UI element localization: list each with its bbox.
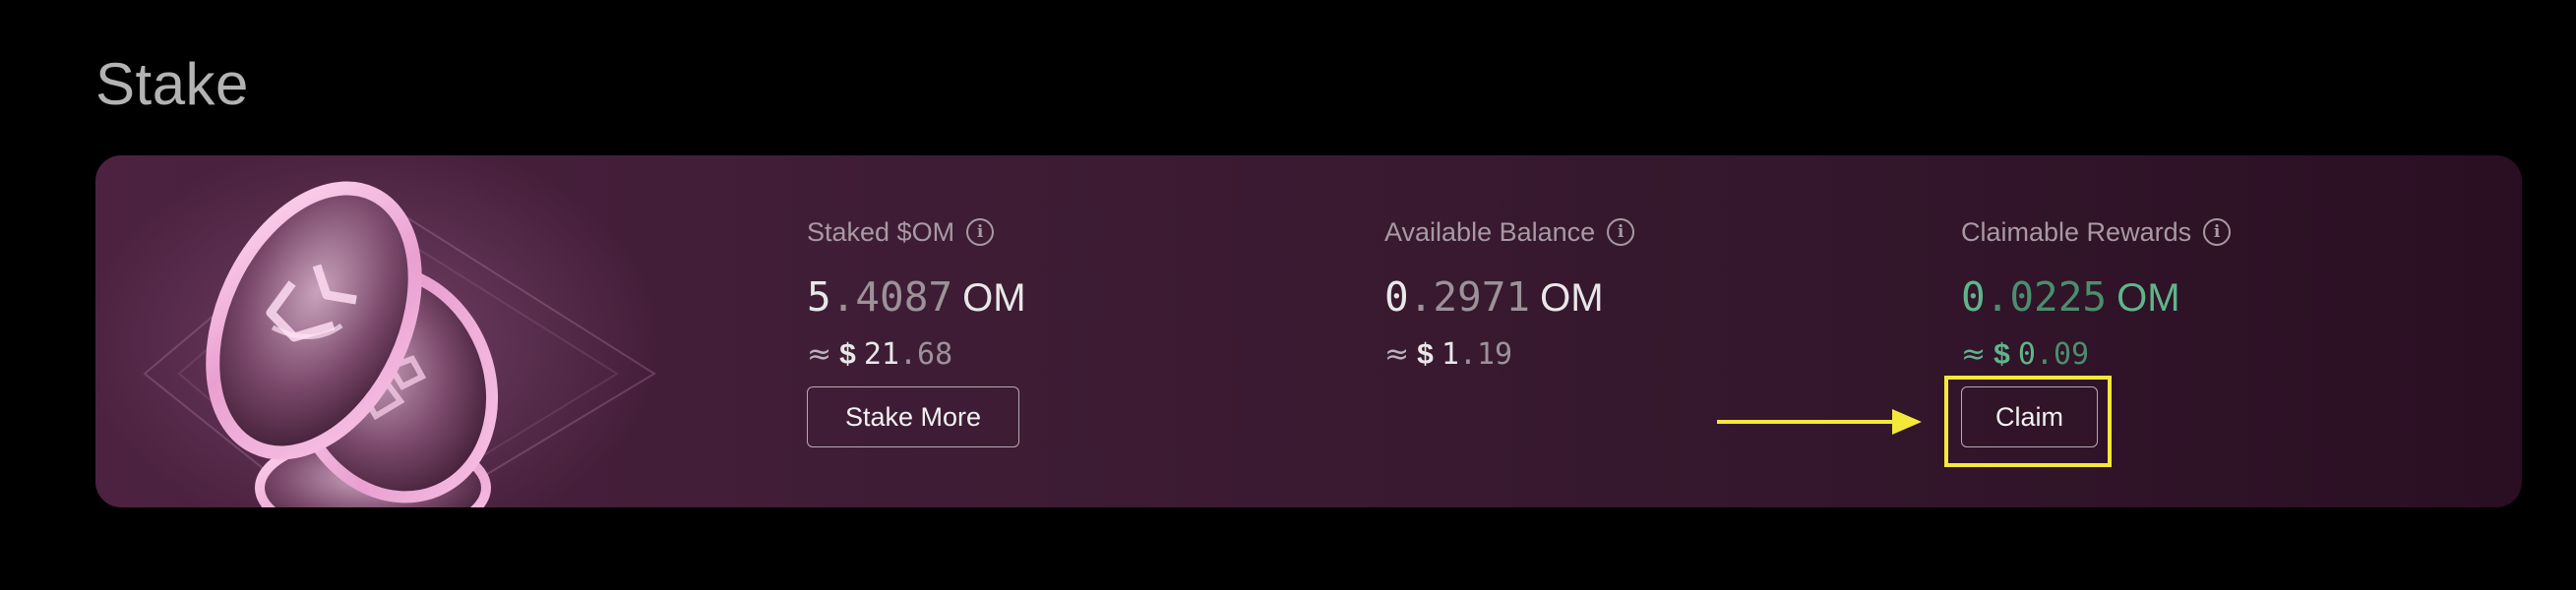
info-icon[interactable]: i xyxy=(1607,218,1635,246)
claimable-rewards-amount: 0.0225 OM xyxy=(1961,273,2231,322)
arrow-right-icon xyxy=(1717,409,1922,435)
info-icon[interactable]: i xyxy=(2203,218,2232,246)
claimable-rewards-label: Claimable Rewards xyxy=(1961,216,2192,247)
staked-amount-frac: .4087 xyxy=(830,273,953,321)
available-usd-frac: .19 xyxy=(1458,337,1513,372)
available-balance-label: Available Balance xyxy=(1384,216,1596,247)
approx-symbol: ≈ xyxy=(1384,337,1410,372)
available-balance-label-row: Available Balance i xyxy=(1384,212,1635,252)
staked-amount-unit: OM xyxy=(962,276,1026,320)
staked-om-label-row: Staked $OM i xyxy=(807,212,1026,252)
stake-more-button[interactable]: Stake More xyxy=(807,386,1019,447)
available-amount-int: 0 xyxy=(1384,273,1409,321)
dollar-symbol: $ xyxy=(1417,338,1434,371)
staked-usd-int: 21 xyxy=(863,337,899,372)
staked-usd-value: ≈ $21.68 xyxy=(807,335,1026,375)
stake-summary-card: Staked $OM i 5.4087 OM ≈ $21.68 Available … xyxy=(95,155,2522,507)
staked-om-stat: Staked $OM i 5.4087 OM ≈ $21.68 xyxy=(807,212,1026,375)
rewards-usd-int: 0 xyxy=(2017,337,2036,372)
approx-symbol: ≈ xyxy=(1961,337,1987,372)
staked-om-amount: 5.4087 OM xyxy=(807,273,1026,322)
approx-symbol: ≈ xyxy=(807,337,832,372)
available-balance-stat: Available Balance i 0.2971 OM ≈ $1.19 xyxy=(1384,212,1635,375)
available-usd-int: 1 xyxy=(1441,337,1459,372)
dollar-symbol: $ xyxy=(1993,338,2010,371)
rewards-usd-value: ≈ $0.09 xyxy=(1961,335,2231,375)
available-amount-unit: OM xyxy=(1540,276,1604,320)
available-usd-value: ≈ $1.19 xyxy=(1384,335,1634,375)
info-icon[interactable]: i xyxy=(966,218,995,246)
dollar-symbol: $ xyxy=(839,338,856,371)
available-amount-frac: .2971 xyxy=(1408,273,1531,321)
rewards-amount-int: 0 xyxy=(1961,273,1986,321)
staked-usd-frac: .68 xyxy=(898,337,953,372)
available-balance-amount: 0.2971 OM xyxy=(1384,273,1634,322)
claimable-rewards-label-row: Claimable Rewards i xyxy=(1961,212,2232,252)
claim-highlight-box xyxy=(1944,376,2112,467)
page-title: Stake xyxy=(95,51,249,117)
staked-om-label: Staked $OM xyxy=(807,216,955,247)
claimable-rewards-stat: Claimable Rewards i 0.0225 OM ≈ $0.09 xyxy=(1961,212,2232,375)
rewards-amount-frac: .0225 xyxy=(1985,273,2108,321)
staked-amount-int: 5 xyxy=(807,273,831,321)
rewards-amount-unit: OM xyxy=(2116,276,2180,320)
om-coin-stack-illustration xyxy=(143,181,656,507)
rewards-usd-frac: .09 xyxy=(2035,337,2090,372)
